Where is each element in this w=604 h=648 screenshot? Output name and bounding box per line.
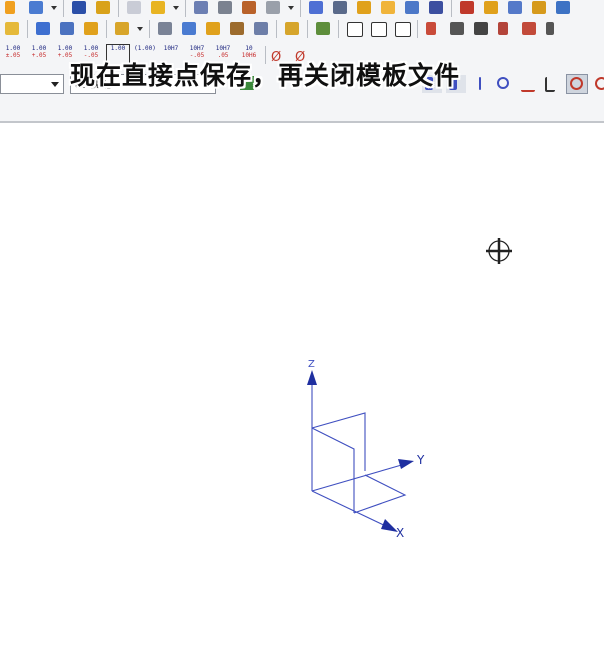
tool-icon[interactable] bbox=[313, 20, 333, 38]
text-box-icon[interactable] bbox=[392, 20, 412, 38]
folder-icon[interactable] bbox=[378, 0, 398, 17]
yz-plane-frame bbox=[311, 412, 366, 471]
grid-icon[interactable] bbox=[263, 0, 283, 17]
center-snap-icon[interactable] bbox=[566, 74, 588, 94]
toolbar-separator bbox=[27, 20, 28, 38]
toolbar-separator bbox=[338, 20, 339, 38]
z-axis-label: Z bbox=[308, 359, 315, 370]
triangle-icon[interactable] bbox=[543, 20, 563, 38]
crosshair-icon[interactable] bbox=[495, 20, 515, 38]
toolbar-row-2 bbox=[0, 17, 604, 41]
box-icon[interactable] bbox=[148, 0, 168, 17]
sort-icon[interactable] bbox=[69, 0, 89, 17]
box-icon[interactable] bbox=[124, 0, 144, 17]
xy-plane-frame bbox=[353, 474, 407, 514]
dimension-icon[interactable] bbox=[519, 20, 539, 38]
fit-icon[interactable] bbox=[447, 20, 467, 38]
link-icon[interactable] bbox=[251, 20, 271, 38]
curve-icon[interactable] bbox=[518, 75, 538, 93]
rotate-icon[interactable] bbox=[26, 0, 46, 17]
drawing-canvas[interactable]: Z Y X bbox=[0, 123, 604, 644]
chevron-down-icon[interactable] bbox=[51, 6, 57, 10]
toolbar-row-1 bbox=[0, 0, 604, 17]
bucket-icon[interactable] bbox=[426, 0, 446, 17]
video-caption: 现在直接点保存，再关闭模板文件 bbox=[70, 61, 461, 90]
tolerance-button[interactable]: 1.00 ±.05 bbox=[2, 45, 24, 65]
library-icon[interactable] bbox=[203, 20, 223, 38]
toolbar-separator bbox=[63, 0, 64, 17]
tee-icon[interactable] bbox=[505, 0, 525, 17]
chain-icon[interactable] bbox=[282, 20, 302, 38]
chevron-down-icon[interactable] bbox=[173, 6, 179, 10]
toolbar-separator bbox=[106, 20, 107, 38]
toolbar-separator bbox=[149, 20, 150, 38]
cube-icon[interactable] bbox=[191, 0, 211, 17]
sheet-icon[interactable] bbox=[155, 20, 175, 38]
axes-triad bbox=[307, 370, 414, 532]
tolerance-button[interactable]: 1.00 +.05 bbox=[28, 45, 50, 65]
arrow-icon[interactable] bbox=[2, 0, 22, 17]
frame-icon[interactable] bbox=[354, 0, 374, 17]
table-icon[interactable] bbox=[215, 0, 235, 17]
y-axis-line bbox=[311, 463, 406, 492]
crosshair-cursor bbox=[486, 238, 512, 264]
toolbar-separator bbox=[451, 0, 452, 17]
pipe-icon[interactable] bbox=[529, 0, 549, 17]
toolbar-separator bbox=[417, 20, 418, 38]
assembly-icon[interactable] bbox=[112, 20, 132, 38]
stack-icon[interactable] bbox=[402, 0, 422, 17]
grid-dim-icon[interactable] bbox=[423, 20, 443, 38]
perpendicular-icon[interactable] bbox=[542, 75, 562, 93]
chevron-down-icon[interactable] bbox=[137, 27, 143, 31]
xz-plane-frame bbox=[311, 427, 355, 513]
database-icon[interactable] bbox=[179, 20, 199, 38]
text-icon[interactable] bbox=[306, 0, 326, 17]
arc-icon[interactable] bbox=[494, 75, 514, 93]
toolbar-separator bbox=[307, 20, 308, 38]
book-icon[interactable] bbox=[227, 20, 247, 38]
x-axis-line bbox=[311, 490, 391, 529]
tree-icon[interactable] bbox=[553, 0, 573, 17]
sym-icon[interactable] bbox=[471, 20, 491, 38]
toolbar-separator bbox=[118, 0, 119, 17]
toolbar-separator bbox=[276, 20, 277, 38]
z-arrowhead bbox=[307, 370, 317, 385]
style-combo[interactable] bbox=[0, 74, 64, 94]
panel-icon[interactable] bbox=[457, 0, 477, 17]
rotate-part-icon[interactable] bbox=[33, 20, 53, 38]
chevron-down-icon bbox=[51, 82, 59, 87]
toolbar-separator bbox=[185, 0, 186, 17]
quadrant-icon[interactable] bbox=[592, 75, 604, 93]
y-arrowhead bbox=[398, 459, 414, 469]
frame-icon[interactable] bbox=[344, 20, 364, 38]
line-icon[interactable] bbox=[470, 75, 490, 93]
wire-icon[interactable] bbox=[330, 0, 350, 17]
measure-icon[interactable] bbox=[368, 20, 388, 38]
x-axis-label: X bbox=[396, 526, 404, 540]
y-axis-label: Y bbox=[416, 453, 425, 467]
bracket-icon[interactable] bbox=[481, 0, 501, 17]
toolbar-separator bbox=[300, 0, 301, 17]
open-icon[interactable] bbox=[2, 20, 22, 38]
fork-icon[interactable] bbox=[57, 20, 77, 38]
canvas-svg: Z Y X bbox=[307, 238, 512, 540]
chevron-down-icon[interactable] bbox=[288, 6, 294, 10]
paint-icon[interactable] bbox=[93, 0, 113, 17]
pen-icon[interactable] bbox=[239, 0, 259, 17]
clip-icon[interactable] bbox=[81, 20, 101, 38]
